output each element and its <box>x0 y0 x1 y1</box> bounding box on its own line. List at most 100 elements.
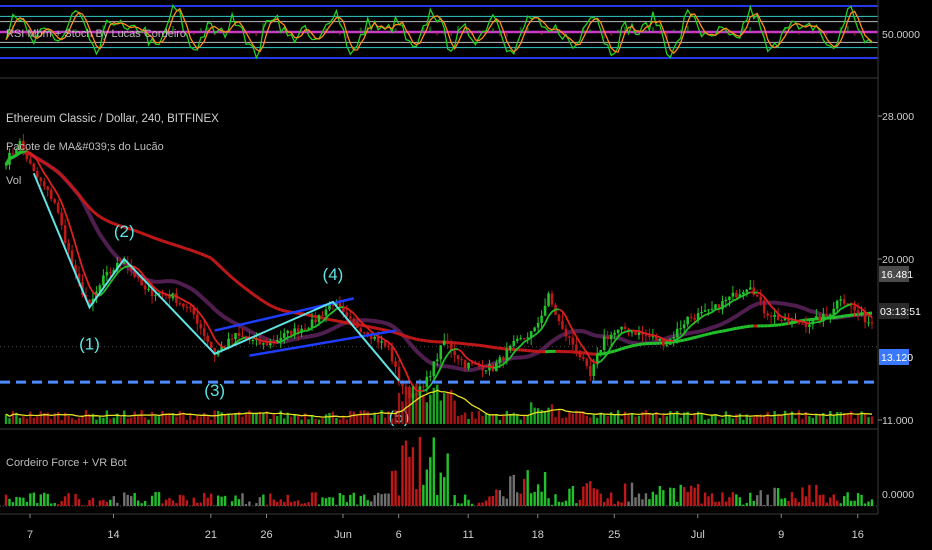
volume-bar <box>561 417 564 424</box>
volume-bar <box>808 416 811 424</box>
force-bar <box>641 499 644 506</box>
candle-body <box>752 287 756 295</box>
ma-slow-segment <box>398 332 403 337</box>
force-bar <box>349 494 352 506</box>
volume-bar <box>310 415 314 424</box>
ma-fast-segment <box>788 317 793 321</box>
ma-fast-segment <box>795 319 800 322</box>
volume-bar <box>752 416 755 424</box>
volume-bar <box>411 386 415 424</box>
ma-slow-segment <box>165 240 170 245</box>
force-bar <box>164 499 168 506</box>
ma-slow-segment <box>189 248 195 253</box>
candle-body <box>182 303 185 307</box>
force-bar <box>523 478 526 506</box>
volume-bar <box>352 411 355 424</box>
force-bar <box>773 487 776 506</box>
candle-body <box>227 338 230 348</box>
time-tick-label: Jul <box>691 529 705 541</box>
ma-fast-segment <box>621 331 626 335</box>
ma-slow-segment <box>248 290 254 296</box>
osc-hist-bar <box>269 30 272 32</box>
volume-bar <box>95 419 98 424</box>
ma-slow-segment <box>395 331 400 336</box>
force-bar <box>627 501 630 506</box>
force-bar <box>415 489 418 506</box>
osc-hist-bar <box>255 32 258 37</box>
candle-body <box>60 212 63 226</box>
ma-pack-label: Pacote de MA&#039;s do Lucão <box>6 141 164 153</box>
osc-hist-bar <box>401 32 404 34</box>
volume-bar <box>206 415 209 424</box>
force-bar <box>443 477 446 506</box>
time-tick-label: 7 <box>27 529 33 541</box>
force-bar <box>589 481 592 506</box>
volume-bar <box>456 415 460 424</box>
volume-bar <box>787 413 790 424</box>
trading-chart[interactable]: (1)(2)(3)(4)(5) 28.00020.00011.000714212… <box>0 0 932 550</box>
volume-bar <box>276 415 279 424</box>
osc-hist-bar <box>825 32 828 36</box>
candle-body <box>265 343 269 346</box>
force-bar <box>408 456 411 506</box>
force-bar <box>331 497 335 506</box>
ma-slow-segment <box>381 327 386 332</box>
volume-bar <box>592 415 595 424</box>
volume-bar <box>154 415 157 424</box>
ma-slow-segment <box>715 330 720 334</box>
ma-fast-segment <box>715 308 720 311</box>
candle-body <box>543 305 547 316</box>
force-bar <box>136 500 140 506</box>
candle-body <box>515 338 519 341</box>
force-bar <box>662 490 665 506</box>
force-bar <box>453 495 456 506</box>
force-bar <box>230 501 234 506</box>
force-bar <box>756 495 759 506</box>
force-bar <box>143 500 147 506</box>
volume-bar <box>203 412 206 424</box>
osc-hist-bar <box>756 32 759 33</box>
force-bar <box>199 502 202 506</box>
volume-bar <box>742 419 745 424</box>
volume-bar <box>307 419 310 424</box>
osc-hist-bar <box>547 32 550 34</box>
force-bar <box>366 500 369 506</box>
volume-bar <box>606 416 609 424</box>
volume-bar <box>67 415 70 424</box>
osc-hist-bar <box>234 32 237 34</box>
candle-body <box>122 261 126 264</box>
force-bar <box>220 496 223 506</box>
candle-body <box>588 365 592 377</box>
ma-fast-segment <box>311 325 316 329</box>
force-bar <box>46 493 49 506</box>
force-bar <box>822 494 825 506</box>
force-bar <box>286 494 289 506</box>
volume-bar <box>356 414 359 424</box>
candle-body <box>808 324 811 327</box>
ma-slow-segment <box>725 328 730 332</box>
force-bar <box>867 501 870 506</box>
osc-hist-bar <box>846 25 849 32</box>
candle-body <box>714 304 717 309</box>
candle-body <box>324 309 328 316</box>
volume-bar <box>815 414 818 424</box>
candle-body <box>620 326 623 330</box>
osc-hist-bar <box>651 27 654 32</box>
volume-bar <box>463 412 467 424</box>
volume-bar <box>564 417 568 424</box>
volume-bar <box>867 417 870 424</box>
ma-slow-segment <box>729 327 734 332</box>
candle-body <box>658 338 662 341</box>
ma-slow-segment <box>102 217 108 222</box>
volume-bar <box>797 410 801 424</box>
volume-bar <box>74 419 77 424</box>
volume-bar <box>84 410 88 424</box>
ma-slow-segment <box>175 244 181 249</box>
ma-fast-segment <box>287 335 292 339</box>
candle-body <box>251 340 255 342</box>
volume-bar <box>328 413 331 424</box>
candle-body <box>522 337 526 339</box>
candle-body <box>870 322 874 324</box>
volume-bar <box>769 418 773 424</box>
osc-hist-bar <box>436 32 439 36</box>
